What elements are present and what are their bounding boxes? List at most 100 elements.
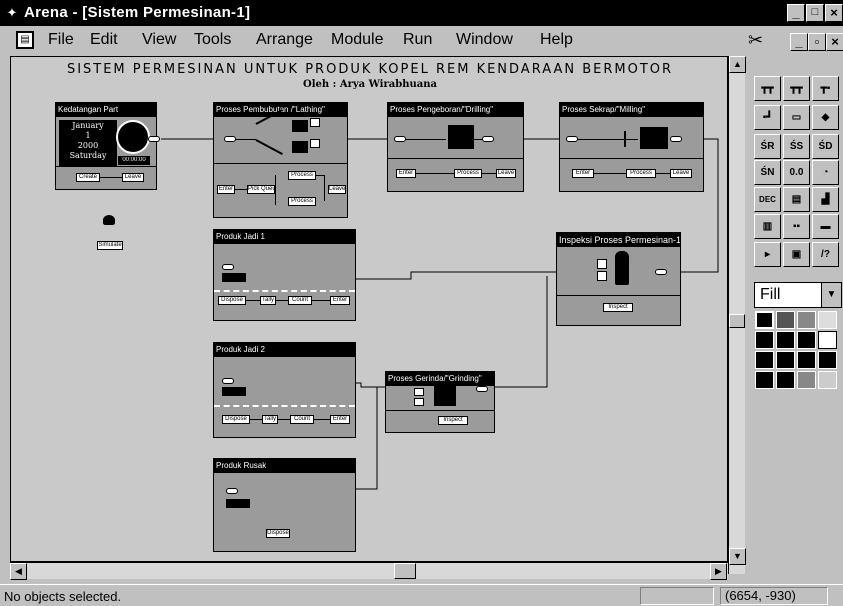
arena-app-icon[interactable]: ✦: [4, 5, 20, 21]
simulate-icon[interactable]: [103, 215, 115, 225]
color-swatch[interactable]: [776, 331, 795, 349]
tool-button[interactable]: DEC: [754, 187, 781, 212]
tool-button[interactable]: ▪┛: [754, 105, 781, 130]
tool-button[interactable]: ┳┳: [754, 76, 781, 101]
leave-block[interactable]: Leave: [122, 173, 144, 182]
process-block[interactable]: Process: [454, 169, 482, 178]
scroll-up-button[interactable]: ▲: [729, 56, 746, 73]
doc-minimize-button[interactable]: _: [790, 33, 808, 51]
menu-window[interactable]: Window: [456, 31, 513, 49]
tool-button[interactable]: ▥: [754, 214, 781, 239]
color-swatch[interactable]: [797, 371, 816, 389]
menu-edit[interactable]: Edit: [90, 31, 118, 49]
color-swatch[interactable]: [797, 331, 816, 349]
enter-block[interactable]: Enter: [330, 296, 350, 305]
module-gerinda[interactable]: Proses Gerinda/"Grinding" Inspect: [385, 371, 495, 433]
module-inspeksi[interactable]: Inspeksi Proses Permesinan-1 Inspect: [556, 232, 681, 326]
close-button[interactable]: ×: [825, 4, 843, 22]
count-block[interactable]: Count: [290, 415, 314, 424]
simulate-block[interactable]: Simulate: [97, 241, 123, 250]
minimize-button[interactable]: _: [787, 4, 805, 22]
menu-arrange[interactable]: Arrange: [256, 31, 313, 49]
enter-block[interactable]: Enter: [572, 169, 594, 178]
menu-file[interactable]: File: [48, 31, 74, 49]
color-swatch[interactable]: [818, 331, 837, 349]
color-swatch[interactable]: [755, 371, 774, 389]
tool-button[interactable]: ▟: [812, 187, 839, 212]
tool-button[interactable]: ▪▪: [783, 214, 810, 239]
doc-close-button[interactable]: ×: [826, 33, 843, 51]
tool-button[interactable]: 0.0: [783, 160, 810, 185]
tool-button[interactable]: ┳▪: [812, 76, 839, 101]
inspect-block[interactable]: Inspect: [603, 303, 633, 312]
tool-button[interactable]: ◆: [812, 105, 839, 130]
tool-button[interactable]: ▣: [783, 242, 810, 267]
color-swatch[interactable]: [776, 311, 795, 329]
horizontal-scrollbar[interactable]: ◀ ▶: [10, 562, 728, 580]
scroll-left-button[interactable]: ◀: [10, 563, 27, 580]
doc-restore-button[interactable]: ▫: [808, 33, 826, 51]
color-swatch[interactable]: [818, 351, 837, 369]
dispose-block[interactable]: Dispose: [222, 415, 250, 424]
scroll-down-button[interactable]: ▼: [729, 548, 746, 565]
maximize-button[interactable]: □: [806, 4, 824, 22]
dispose-block[interactable]: Dispose: [218, 296, 246, 305]
tool-button[interactable]: ŚN: [754, 160, 781, 185]
tool-button[interactable]: ŚD: [812, 134, 839, 159]
tool-button[interactable]: ┳┳: [783, 76, 810, 101]
color-swatch[interactable]: [755, 351, 774, 369]
leave-block[interactable]: Leave: [496, 169, 516, 178]
tool-button[interactable]: /?: [812, 242, 839, 267]
horizontal-scroll-thumb[interactable]: [394, 563, 416, 579]
leave-block[interactable]: Leave: [328, 185, 346, 194]
process-block-2[interactable]: Process: [288, 197, 316, 206]
module-kedatangan-part[interactable]: Kedatangan Part January 1 2000 Saturday …: [55, 102, 157, 190]
pick-queue-block[interactable]: Pick Queue: [247, 185, 275, 194]
vertical-scrollbar[interactable]: ▲ ▼: [728, 56, 746, 574]
vertical-scroll-thumb[interactable]: [729, 314, 745, 328]
tally-block[interactable]: Tally: [260, 296, 276, 305]
tool-button[interactable]: ▭: [783, 105, 810, 130]
module-sekrap[interactable]: Proses Sekrap/"Milling" Enter Process Le…: [559, 102, 704, 192]
module-produk-jadi-1[interactable]: Produk Jadi 1 Dispose Tally Count Enter: [213, 229, 356, 321]
enter-block[interactable]: Enter: [396, 169, 416, 178]
fill-dropdown[interactable]: Fill ▼: [754, 282, 842, 308]
chevron-down-icon[interactable]: ▼: [821, 283, 841, 307]
menu-module[interactable]: Module: [331, 31, 383, 49]
enter-block[interactable]: Enter: [330, 415, 350, 424]
color-swatch[interactable]: [818, 371, 837, 389]
model-canvas[interactable]: SISTEM PERMESINAN UNTUK PRODUK KOPEL REM…: [10, 56, 728, 562]
module-produk-rusak[interactable]: Produk Rusak Dispose: [213, 458, 356, 552]
color-swatch[interactable]: [755, 331, 774, 349]
count-block[interactable]: Count: [288, 296, 312, 305]
menu-help[interactable]: Help: [540, 31, 573, 49]
document-icon[interactable]: ▤: [16, 31, 34, 49]
tool-button[interactable]: ▬: [812, 214, 839, 239]
menu-view[interactable]: View: [142, 31, 176, 49]
tool-button[interactable]: ▤: [783, 187, 810, 212]
color-swatch[interactable]: [797, 351, 816, 369]
leave-block[interactable]: Leave: [670, 169, 692, 178]
process-block-1[interactable]: Process: [288, 171, 316, 180]
tool-button[interactable]: ŚS: [783, 134, 810, 159]
module-pembubutan[interactable]: Proses Pembubutan /"Lathing" Enter Pick …: [213, 102, 348, 218]
scroll-right-button[interactable]: ▶: [710, 563, 727, 580]
tally-block[interactable]: Tally: [262, 415, 278, 424]
tool-button[interactable]: ◔: [812, 160, 839, 185]
inspect-block[interactable]: Inspect: [438, 416, 468, 425]
menu-tools[interactable]: Tools: [194, 31, 231, 49]
module-pengeboran[interactable]: Proses Pengeboran/"Drilling" Enter Proce…: [387, 102, 524, 192]
color-swatch[interactable]: [818, 311, 837, 329]
color-swatch[interactable]: [755, 311, 774, 329]
create-block[interactable]: Create: [76, 173, 100, 182]
module-produk-jadi-2[interactable]: Produk Jadi 2 Dispose Tally Count Enter: [213, 342, 356, 438]
color-swatch[interactable]: [797, 311, 816, 329]
menu-run[interactable]: Run: [403, 31, 432, 49]
dispose-block[interactable]: Dispose: [266, 529, 290, 538]
tool-button[interactable]: ▸: [754, 242, 781, 267]
color-swatch[interactable]: [776, 351, 795, 369]
tool-button[interactable]: ŚR: [754, 134, 781, 159]
process-block[interactable]: Process: [626, 169, 656, 178]
enter-block[interactable]: Enter: [217, 185, 235, 194]
color-swatch[interactable]: [776, 371, 795, 389]
